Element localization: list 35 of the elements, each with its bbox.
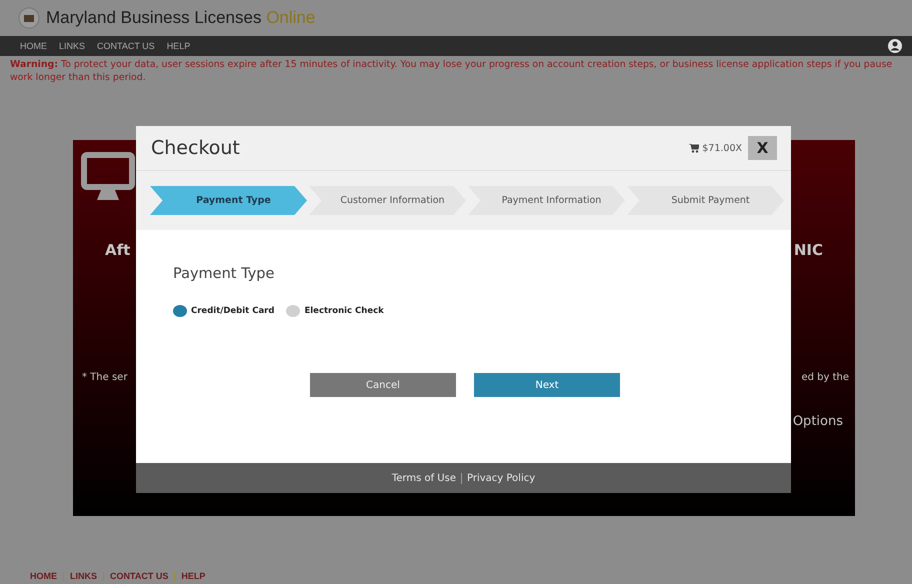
state-seal-icon (18, 7, 40, 29)
panel-note: ed by the (801, 372, 849, 383)
radio-label[interactable]: Credit/Debit Card (191, 306, 274, 316)
footer-nav-link[interactable]: LINKS (70, 571, 97, 581)
step-tab[interactable]: Submit Payment (627, 186, 784, 215)
step-tab[interactable]: Customer Information (309, 186, 466, 215)
site-title: Maryland Business Licenses Online (46, 8, 316, 28)
radio-label[interactable]: Electronic Check (304, 306, 384, 316)
cart-total: $71.00X (702, 142, 742, 154)
panel-heading: Aft (105, 241, 130, 259)
nav-link[interactable]: LINKS (59, 41, 86, 51)
panel-link[interactable]: Options (792, 414, 843, 429)
step-tab[interactable]: Payment Information (468, 186, 625, 215)
footer-link[interactable]: Terms of Use (392, 472, 456, 484)
panel-note: * The ser (82, 372, 128, 383)
next-button[interactable]: Next (474, 373, 620, 397)
step-tab[interactable]: Payment Type (150, 186, 307, 215)
section-title: Payment Type (173, 266, 276, 282)
radio-button[interactable] (286, 305, 300, 317)
close-button[interactable]: X (748, 136, 777, 160)
footer-nav-link[interactable]: HOME (30, 571, 57, 581)
panel-heading: NIC (794, 241, 823, 259)
dialog-title: Checkout (151, 137, 240, 159)
user-icon[interactable] (888, 39, 902, 53)
cancel-button[interactable]: Cancel (310, 373, 456, 397)
nav-link[interactable]: HELP (166, 41, 190, 51)
footer-nav-link[interactable]: HELP (181, 571, 206, 581)
footer-link[interactable]: Privacy Policy (466, 472, 536, 484)
session-warning: Warning: To protect your data, user sessions expire after 15 minutes of inactivity. You may lose your progress on account creation steps, or business license application steps if you pause work longer than this period. (9, 58, 894, 82)
nav-link[interactable]: HOME (20, 41, 47, 51)
cart-icon (689, 144, 700, 152)
footer-nav-link[interactable]: CONTACT US (110, 571, 168, 581)
radio-button[interactable] (173, 305, 187, 317)
monitor-icon (81, 152, 135, 202)
nav-link[interactable]: CONTACT US (97, 41, 155, 51)
